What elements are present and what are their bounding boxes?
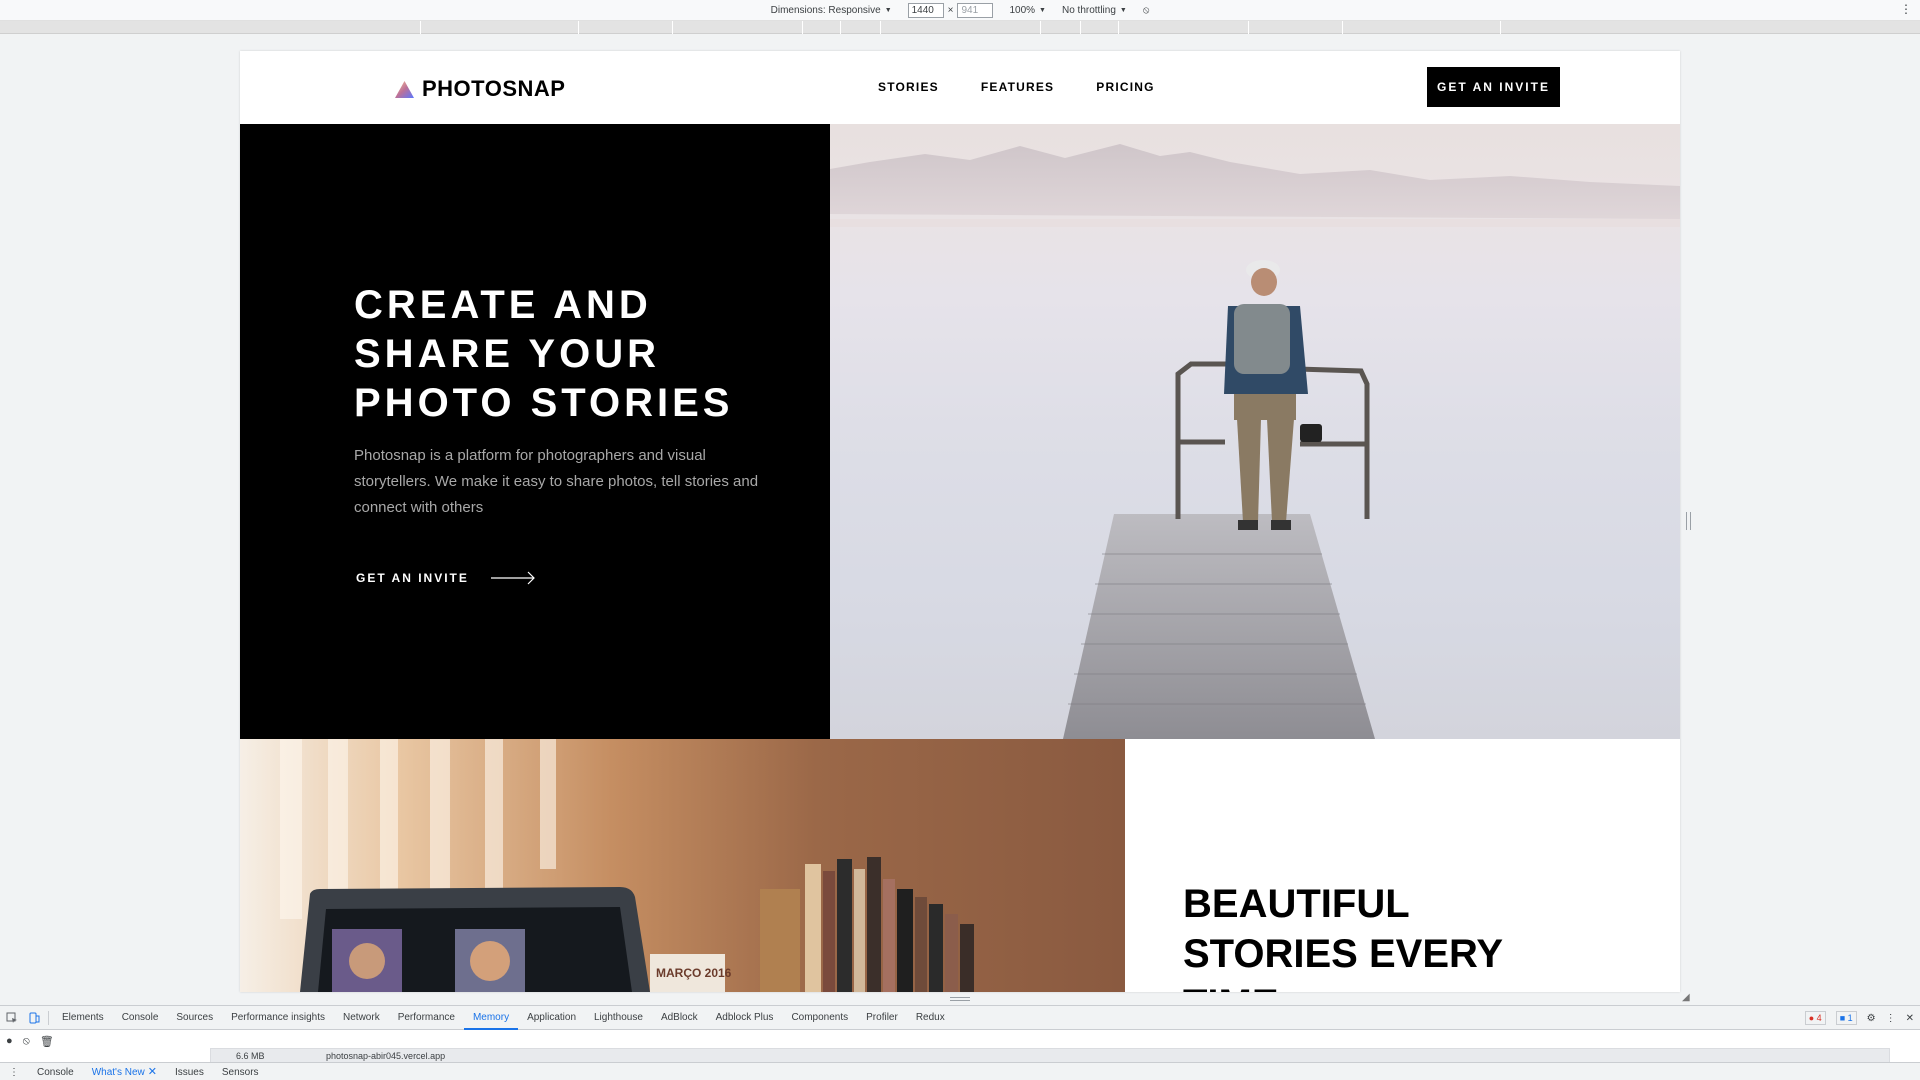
hero-title: CREATE AND SHARE YOUR PHOTO STORIES xyxy=(354,283,734,425)
hero-panel: CREATE AND SHARE YOUR PHOTO STORIES Phot… xyxy=(240,124,830,739)
logo-triangle-icon xyxy=(395,80,414,98)
zoom-label: 100% xyxy=(1009,4,1036,16)
features-intro: BEAUTIFUL STORIES EVERY TIME xyxy=(1125,739,1680,992)
inspect-element-icon[interactable] xyxy=(6,1012,18,1024)
throttling-select[interactable]: No throttling ▼ xyxy=(1062,5,1127,16)
error-count: 4 xyxy=(1816,1013,1822,1023)
tab-performance-insights[interactable]: Performance insights xyxy=(222,1006,334,1030)
main-nav: STORIES FEATURES PRICING xyxy=(878,80,1155,94)
photographer-figure xyxy=(1224,260,1322,530)
throttling-label: No throttling xyxy=(1061,4,1116,16)
hero-invite-link[interactable]: GET AN INVITE xyxy=(356,571,536,585)
logo[interactable]: PHOTOSNAP xyxy=(395,76,565,102)
tab-components[interactable]: Components xyxy=(782,1006,857,1030)
close-icon[interactable]: ✕ xyxy=(148,1066,157,1078)
tab-elements[interactable]: Elements xyxy=(53,1006,113,1030)
chevron-down-icon: ▼ xyxy=(884,6,892,14)
drawer-tab-whats-new[interactable]: What's New ✕ xyxy=(82,1063,166,1080)
heap-url: photosnap-abir045.vercel.app xyxy=(326,1051,446,1061)
memory-panel: ● ⦸ 🗑 6.6 MB photosnap-abir045.vercel.ap… xyxy=(0,1030,1920,1064)
devtools-tabbar: Elements Console Sources Performance ins… xyxy=(0,1006,1920,1030)
device-toggle-icon[interactable] xyxy=(28,1012,40,1024)
tab-adblock[interactable]: AdBlock xyxy=(652,1006,707,1030)
drawer-tab-console[interactable]: Console xyxy=(28,1063,83,1080)
height-input[interactable]: 941 xyxy=(957,2,994,18)
nav-stories[interactable]: STORIES xyxy=(878,80,939,94)
laptop-desk-photo: MARÇO 2016 xyxy=(240,739,1125,992)
message-count: 1 xyxy=(1847,1013,1853,1023)
tab-performance[interactable]: Performance xyxy=(389,1006,464,1030)
error-count-badge[interactable]: ● 4 xyxy=(1804,1011,1826,1025)
hero-photo-man-on-pier xyxy=(830,124,1680,739)
close-icon[interactable]: ✕ xyxy=(1906,1013,1914,1024)
devtools-panel: Elements Console Sources Performance ins… xyxy=(0,1005,1920,1080)
drawer-tab-sensors[interactable]: Sensors xyxy=(213,1063,268,1080)
times-icon: × xyxy=(947,4,954,16)
trash-icon[interactable]: 🗑 xyxy=(40,1035,54,1048)
zoom-select[interactable]: 100% ▼ xyxy=(1009,5,1046,16)
tab-redux[interactable]: Redux xyxy=(907,1006,954,1030)
record-icon[interactable]: ● xyxy=(6,1035,13,1048)
devtools-drawer-tabbar: ⋮ Console What's New ✕ Issues Sensors xyxy=(0,1062,1920,1080)
tab-adblock-plus[interactable]: Adblock Plus xyxy=(707,1006,783,1030)
hero-description: Photosnap is a platform for photographer… xyxy=(354,447,759,516)
hero-invite-label: GET AN INVITE xyxy=(356,571,469,585)
more-options-icon[interactable]: ⋮ xyxy=(1900,2,1912,16)
viewport-resize-handle-right[interactable] xyxy=(1686,512,1691,530)
site-header: PHOTOSNAP STORIES FEATURES PRICING GET A… xyxy=(240,51,1680,124)
drawer-more-icon[interactable]: ⋮ xyxy=(0,1063,28,1080)
device-toolbar: Dimensions: Responsive ▼ 1440 × 941 100%… xyxy=(0,0,1920,21)
get-invite-button[interactable]: GET AN INVITE xyxy=(1427,67,1560,107)
tab-profiler[interactable]: Profiler xyxy=(857,1006,907,1030)
drawer-tab-whats-new-label: What's New xyxy=(91,1066,145,1078)
rotate-disabled-icon[interactable]: ⦸ xyxy=(1143,5,1150,16)
dimensions-label: Dimensions: Responsive xyxy=(770,4,881,16)
tab-sources[interactable]: Sources xyxy=(167,1006,222,1030)
heap-size: 6.6 MB xyxy=(236,1051,265,1061)
emulated-viewport: PHOTOSNAP STORIES FEATURES PRICING GET A… xyxy=(240,51,1680,992)
drawer-tab-issues[interactable]: Issues xyxy=(166,1063,213,1080)
tab-memory[interactable]: Memory xyxy=(463,1006,519,1030)
width-input[interactable]: 1440 xyxy=(907,2,944,18)
section-title: BEAUTIFUL STORIES EVERY TIME xyxy=(1183,882,1503,992)
arrow-right-icon xyxy=(490,571,535,585)
tab-lighthouse[interactable]: Lighthouse xyxy=(585,1006,652,1030)
clear-icon[interactable]: ⦸ xyxy=(23,1035,30,1048)
tab-network[interactable]: Network xyxy=(334,1006,389,1030)
chevron-down-icon: ▼ xyxy=(1039,6,1046,14)
nav-pricing[interactable]: PRICING xyxy=(1096,80,1154,94)
more-options-icon[interactable]: ⋮ xyxy=(1886,1013,1896,1024)
dimensions-select[interactable]: Dimensions: Responsive ▼ xyxy=(771,5,892,16)
chevron-down-icon: ▼ xyxy=(1119,6,1127,14)
message-count-badge[interactable]: ■ 1 xyxy=(1835,1011,1857,1025)
tab-application[interactable]: Application xyxy=(518,1006,585,1030)
nav-features[interactable]: FEATURES xyxy=(981,80,1054,94)
viewport-resize-handle-corner[interactable]: ◢ xyxy=(1682,992,1690,1003)
viewport-resize-handle-bottom[interactable] xyxy=(950,997,970,1001)
logo-text: PHOTOSNAP xyxy=(422,76,566,101)
gear-icon[interactable]: ⚙ xyxy=(1867,1013,1876,1024)
calendar-text: MARÇO 2016 xyxy=(656,966,732,980)
tab-console[interactable]: Console xyxy=(113,1006,168,1030)
media-query-ruler[interactable] xyxy=(0,21,1920,34)
